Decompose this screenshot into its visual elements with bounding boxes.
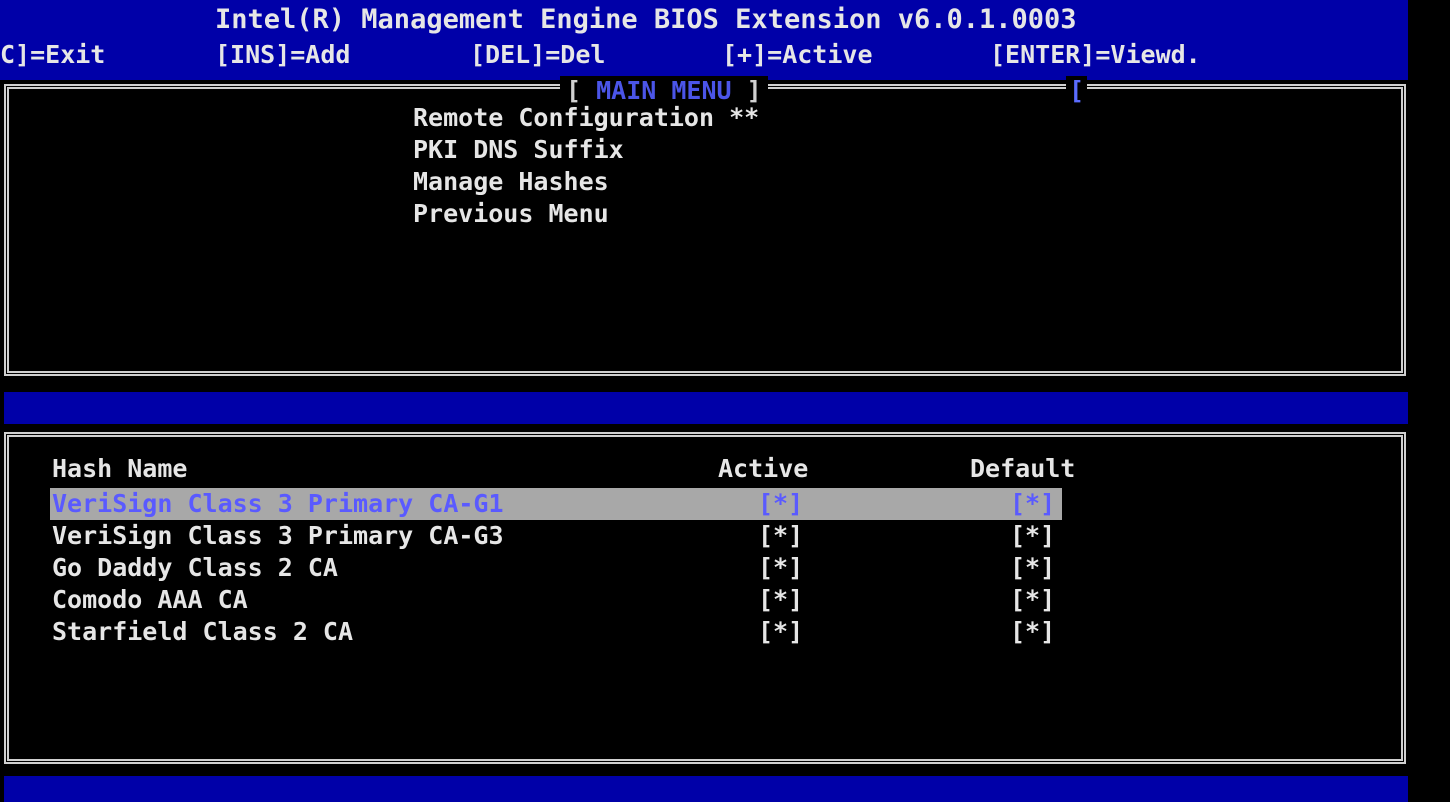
active-checkbox[interactable]: [*] — [758, 552, 803, 584]
default-checkbox: [*] — [1010, 585, 1056, 614]
hash-name-cell: VeriSign Class 3 Primary CA-G1 — [52, 489, 504, 518]
menu-item-manage-hashes[interactable]: Manage Hashes — [413, 166, 759, 198]
status-bar-bottom — [4, 776, 1408, 802]
menu-item-remote-configuration[interactable]: Remote Configuration ** — [413, 102, 759, 134]
key-hints: C]=Exit [INS]=Add [DEL]=Del [+]=Active [… — [0, 40, 1408, 72]
table-row[interactable]: VeriSign Class 3 Primary CA-G3 [*] [*] — [50, 520, 1062, 552]
hash-name-cell: VeriSign Class 3 Primary CA-G3 — [52, 521, 504, 550]
column-header-default: Default — [970, 454, 1076, 483]
default-checkbox: [*] — [1010, 521, 1056, 550]
active-checkbox[interactable]: [*] — [758, 488, 803, 520]
default-checkbox: [*] — [1010, 553, 1056, 582]
active-checkbox[interactable]: [*] — [758, 616, 803, 648]
main-menu-list: Remote Configuration ** PKI DNS Suffix M… — [413, 102, 759, 230]
hash-name-cell: Comodo AAA CA — [52, 585, 248, 614]
key-hint-delete[interactable]: [DEL]=Del — [470, 40, 605, 69]
menu-item-previous-menu[interactable]: Previous Menu — [413, 198, 759, 230]
key-hint-view[interactable]: [ENTER]=Viewd. — [990, 40, 1201, 69]
hash-name-cell: Go Daddy Class 2 CA — [52, 553, 338, 582]
table-row[interactable]: VeriSign Class 3 Primary CA-G1 [*] [*] — [50, 488, 1062, 520]
key-hint-active[interactable]: [+]=Active — [722, 40, 873, 69]
table-row[interactable]: Starfield Class 2 CA [*] [*] — [50, 616, 1062, 648]
main-menu-title: [ MAIN MENU ] — [560, 76, 768, 105]
hash-name-cell: Starfield Class 2 CA — [52, 617, 354, 646]
column-header-active: Active — [718, 454, 809, 483]
menu-bracket-marker: [ — [1066, 76, 1088, 105]
status-bar-middle — [4, 392, 1408, 424]
header-bar: Intel(R) Management Engine BIOS Extensio… — [0, 0, 1408, 80]
column-header-hash-name: Hash Name — [52, 454, 188, 483]
bios-screen: Intel(R) Management Engine BIOS Extensio… — [0, 0, 1408, 802]
menu-item-pki-dns-suffix[interactable]: PKI DNS Suffix — [413, 134, 759, 166]
active-checkbox[interactable]: [*] — [758, 584, 803, 616]
screen-border-right — [1408, 0, 1450, 802]
app-title: Intel(R) Management Engine BIOS Extensio… — [215, 4, 1077, 35]
default-checkbox: [*] — [1010, 617, 1056, 646]
main-menu-title-text: MAIN MENU — [596, 76, 732, 105]
active-checkbox[interactable]: [*] — [758, 520, 803, 552]
key-hint-add[interactable]: [INS]=Add — [215, 40, 350, 69]
default-checkbox: [*] — [1010, 489, 1056, 518]
key-hint-exit[interactable]: C]=Exit — [0, 40, 105, 69]
table-row[interactable]: Go Daddy Class 2 CA [*] [*] — [50, 552, 1062, 584]
table-row[interactable]: Comodo AAA CA [*] [*] — [50, 584, 1062, 616]
